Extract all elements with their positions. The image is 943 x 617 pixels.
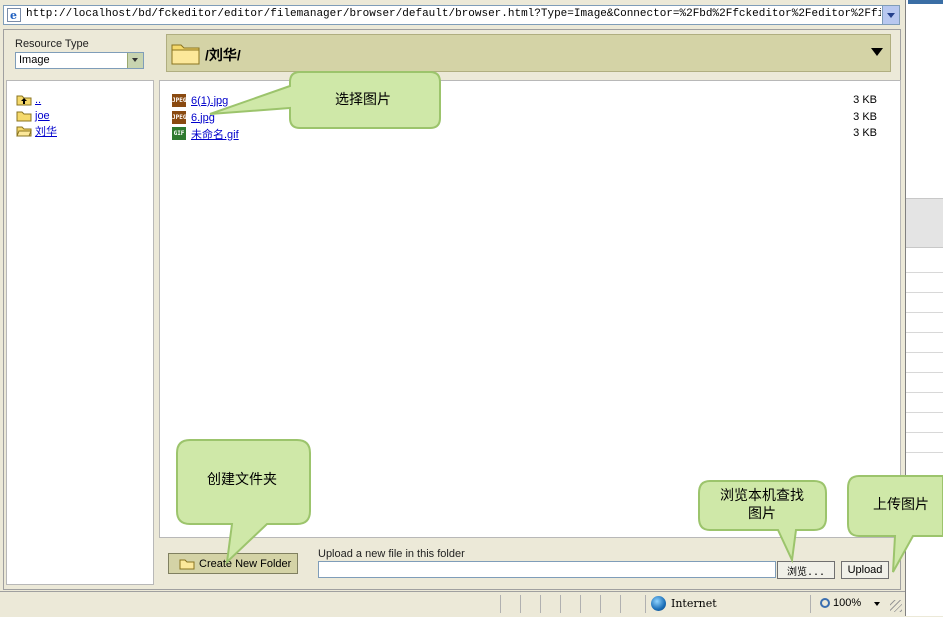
callout-upload-image: 上传图片 — [847, 475, 943, 573]
tree-item-label[interactable]: .. — [35, 94, 41, 106]
background-row-line — [906, 412, 943, 413]
background-row-line — [906, 352, 943, 353]
callout-shape — [847, 475, 943, 573]
chevron-down-icon[interactable] — [882, 6, 899, 24]
background-row-line — [906, 312, 943, 313]
callout-text: 浏览本机查找 — [720, 488, 804, 504]
folder-open-icon — [171, 44, 200, 65]
current-folder-title: /刘华/ — [205, 47, 241, 63]
background-row-line — [906, 332, 943, 333]
tree-item-parent[interactable]: .. — [16, 92, 41, 107]
background-row-line — [906, 272, 943, 273]
status-divider — [645, 595, 646, 613]
background-window-button — [908, 0, 926, 4]
tree-item-liuhua[interactable]: 刘华 — [16, 123, 57, 138]
resource-type-label: Resource Type — [15, 38, 89, 50]
address-bar[interactable]: e http://localhost/bd/fckeditor/editor/f… — [3, 5, 900, 25]
folder-open-icon — [16, 126, 32, 136]
resource-type-select[interactable]: Image — [15, 52, 144, 69]
chevron-down-icon[interactable] — [874, 602, 880, 606]
status-divider — [810, 595, 811, 613]
tree-item-label[interactable]: joe — [35, 110, 50, 122]
callout-text: 选择图片 — [335, 92, 391, 108]
tree-item-joe[interactable]: joe — [16, 108, 50, 123]
jpeg-file-icon: JPEG — [172, 111, 186, 124]
browse-button[interactable]: 浏览... — [777, 561, 835, 579]
file-size: 3 KB — [853, 94, 877, 106]
file-size: 3 KB — [853, 111, 877, 123]
callout-browse-local: 浏览本机查找 图片 — [698, 480, 827, 564]
current-folder-header: /刘华/ — [166, 34, 891, 72]
file-size: 3 KB — [853, 127, 877, 139]
callout-shape — [209, 71, 441, 129]
address-url[interactable]: http://localhost/bd/fckeditor/editor/fil… — [26, 8, 881, 20]
background-row-line — [906, 292, 943, 293]
svg-text:e: e — [10, 9, 17, 22]
callout-shape — [176, 439, 311, 565]
callout-select-image: 选择图片 — [209, 71, 441, 129]
folder-tree: .. joe 刘华 — [6, 80, 154, 585]
zoom-level: 100% — [833, 597, 862, 609]
magnifier-icon — [820, 598, 830, 608]
security-zone[interactable]: Internet — [651, 596, 717, 611]
status-divider — [600, 595, 601, 613]
folder-menu-dropdown-icon[interactable] — [871, 48, 883, 56]
gif-file-icon: GIF — [172, 127, 186, 140]
resize-grip-icon[interactable] — [890, 600, 902, 612]
tree-item-label[interactable]: 刘华 — [35, 123, 57, 139]
folder-up-icon — [16, 95, 32, 105]
callout-text: 创建文件夹 — [207, 472, 277, 488]
globe-icon — [651, 596, 666, 611]
background-row-line — [906, 372, 943, 373]
folder-icon — [16, 111, 32, 121]
zoom-control[interactable]: 100% — [820, 597, 861, 609]
security-zone-label: Internet — [671, 597, 717, 610]
callout-create-folder: 创建文件夹 — [176, 439, 311, 565]
status-bar: Internet 100% — [0, 591, 905, 617]
jpeg-file-icon: JPEG — [172, 94, 186, 107]
upload-label: Upload a new file in this folder — [318, 548, 465, 560]
ie-page-icon: e — [7, 8, 21, 22]
background-row-line — [906, 432, 943, 433]
resource-type-value: Image — [19, 54, 50, 66]
status-divider — [560, 595, 561, 613]
background-window-button — [926, 0, 943, 4]
background-toolbar — [906, 198, 943, 248]
status-divider — [620, 595, 621, 613]
upload-file-input[interactable] — [318, 561, 776, 578]
callout-text: 图片 — [748, 506, 776, 522]
callout-text: 上传图片 — [873, 497, 929, 513]
status-divider — [580, 595, 581, 613]
background-row-line — [906, 392, 943, 393]
status-divider — [500, 595, 501, 613]
status-divider — [520, 595, 521, 613]
background-row-line — [906, 452, 943, 453]
chevron-down-icon[interactable] — [127, 53, 143, 68]
status-divider — [540, 595, 541, 613]
